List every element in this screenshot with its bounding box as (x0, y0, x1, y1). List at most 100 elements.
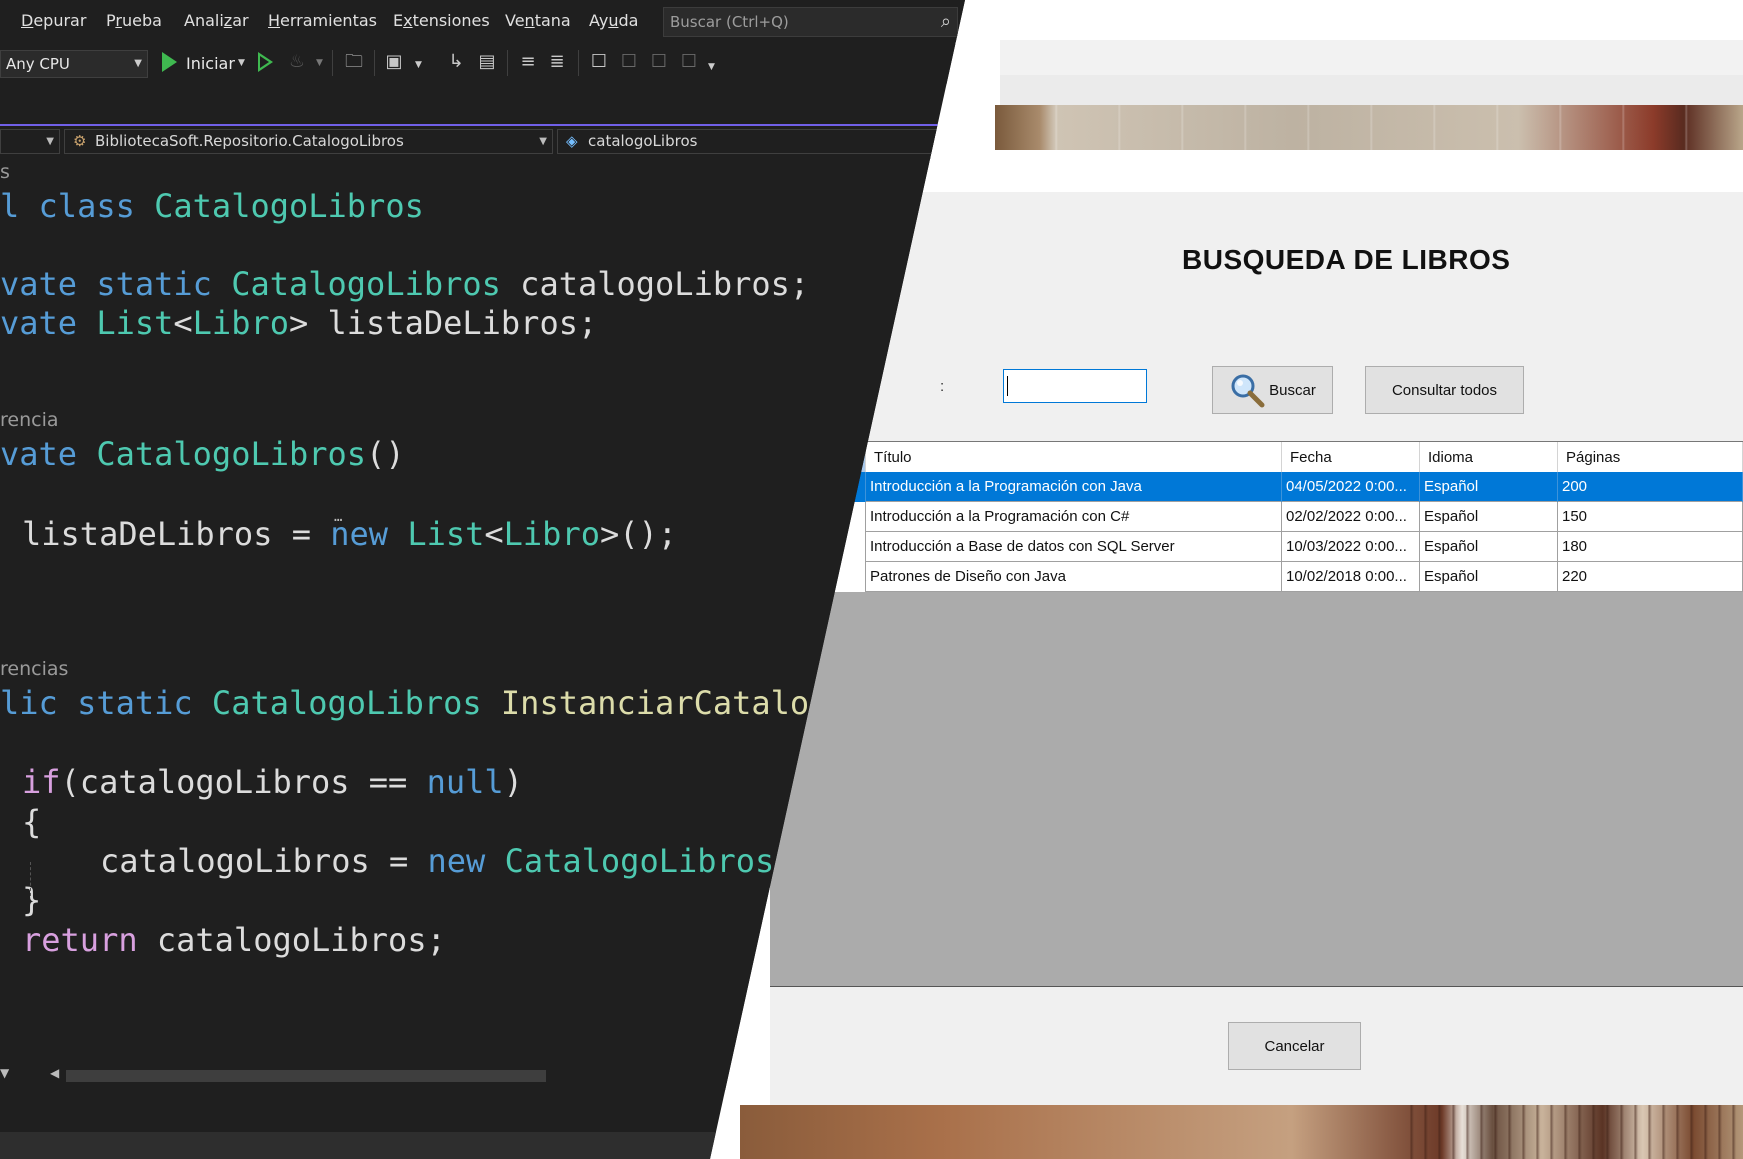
column-header-paginas[interactable]: Páginas (1558, 442, 1743, 472)
cell-paginas[interactable]: 180 (1558, 532, 1743, 562)
column-header-idioma[interactable]: Idioma (1420, 442, 1558, 472)
field-icon: ◈ (566, 132, 578, 150)
bookmark-icon[interactable]: ☐ (588, 50, 610, 74)
class-dropdown[interactable]: ⚙ BibliotecaSoft.Repositorio.CatalogoLib… (64, 129, 553, 154)
codelens-references[interactable]: rencia (0, 409, 59, 431)
layout-icon[interactable]: ▤ (476, 50, 498, 74)
menu-ayuda[interactable]: Ayuda (589, 11, 638, 30)
table-row[interactable]: Introducción a Base de datos con SQL Ser… (770, 532, 1743, 562)
search-placeholder: Buscar (Ctrl+Q) (670, 13, 789, 31)
scroll-left-icon[interactable]: ◀ (50, 1066, 59, 1080)
menu-analizar[interactable]: Analizar (184, 11, 249, 30)
scrollbar-thumb[interactable] (66, 1070, 546, 1082)
code-line: lic static CatalogoLibros InstanciarCata… (0, 684, 810, 722)
chevron-down-icon: ▼ (134, 58, 142, 69)
zoom-dropdown-icon[interactable]: ▼ (0, 1066, 9, 1080)
cell-paginas[interactable]: 200 (1558, 472, 1743, 502)
magnifier-icon (1231, 374, 1265, 408)
menu-ventana[interactable]: Ventana (505, 11, 571, 30)
cell-idioma[interactable]: Español (1420, 502, 1558, 532)
start-button-label[interactable]: Iniciar (186, 54, 235, 73)
consultar-todos-label: Consultar todos (1391, 381, 1498, 399)
cell-paginas[interactable]: 150 (1558, 502, 1743, 532)
class-icon: ⚙ (73, 132, 87, 150)
library-photo-top-texture (995, 105, 1743, 150)
menu-bar: Depurar Prueba Analizar Herramientas Ext… (0, 0, 965, 42)
cell-fecha[interactable]: 02/02/2022 0:00... (1282, 502, 1420, 532)
cell-idioma[interactable]: Español (1420, 532, 1558, 562)
clear-bookmarks-icon[interactable]: ☐ (678, 50, 700, 74)
previous-bookmark-icon[interactable]: ☐ (618, 50, 640, 74)
code-line: return catalogoLibros; (22, 921, 446, 959)
cell-titulo[interactable]: Introducción a Base de datos con SQL Ser… (866, 532, 1282, 562)
search-input[interactable] (1003, 369, 1147, 403)
grid-header: Título Fecha Idioma Páginas (770, 442, 1743, 473)
toolbar-separator (507, 50, 508, 76)
search-icon: ⌕ (940, 11, 951, 32)
cell-idioma[interactable]: Español (1420, 472, 1558, 502)
indent-guide (30, 862, 31, 896)
step-icon[interactable]: ↳ (445, 50, 467, 74)
toolbar-separator (578, 50, 579, 76)
column-header-fecha[interactable]: Fecha (1282, 442, 1420, 472)
start-icon[interactable] (162, 52, 177, 72)
platform-dropdown[interactable]: Any CPU ▼ (0, 50, 148, 78)
cell-paginas[interactable]: 220 (1558, 562, 1743, 592)
chevron-down-icon: ▼ (46, 136, 54, 147)
consultar-todos-button[interactable]: Consultar todos (1365, 366, 1524, 414)
next-bookmark-icon[interactable]: ☐ (648, 50, 670, 74)
member-dropdown[interactable]: ◈ catalogoLibros (557, 129, 965, 154)
cell-fecha[interactable]: 10/03/2022 0:00... (1282, 532, 1420, 562)
comment-lines-icon[interactable]: ≡ (517, 50, 539, 74)
buscar-button[interactable]: Buscar (1212, 366, 1333, 414)
chevron-down-icon[interactable]: ▼ (238, 58, 245, 68)
member-dropdown-label: catalogoLibros (588, 132, 698, 150)
column-header-titulo[interactable]: Título (866, 442, 1282, 472)
menu-prueba[interactable]: Prueba (106, 11, 162, 30)
project-dropdown[interactable]: ▼ (0, 129, 60, 154)
search-box[interactable]: Buscar (Ctrl+Q) ⌕ (663, 7, 958, 37)
browse-folder-icon[interactable]: 🗀 (343, 50, 365, 74)
code-line: vate CatalogoLibros() (0, 435, 405, 473)
chevron-down-icon[interactable]: ▼ (316, 58, 323, 68)
form-title: BUSQUEDA DE LIBROS (1182, 244, 1511, 275)
toolbar-overflow-icon[interactable]: ▼ (708, 62, 715, 72)
code-line: vate List<Libro> listaDeLibros; (0, 304, 598, 342)
uncomment-lines-icon[interactable]: ≣ (546, 50, 568, 74)
cell-fecha[interactable]: 04/05/2022 0:00... (1282, 472, 1420, 502)
menu-herramientas[interactable]: Herramientas (268, 11, 377, 30)
navigation-bar: ▼ ⚙ BibliotecaSoft.Repositorio.CatalogoL… (0, 124, 965, 159)
cancelar-label: Cancelar (1264, 1037, 1325, 1055)
library-photo-bottom-shelves (1400, 1105, 1743, 1159)
code-line: listaDeLibros = new List<Libro>(); (22, 515, 678, 553)
codelens-references[interactable]: rencias (0, 658, 68, 680)
books-grid[interactable]: Título Fecha Idioma Páginas Introducción… (770, 441, 1743, 987)
table-row[interactable]: Introducción a la Programación con C# 02… (770, 502, 1743, 532)
table-row[interactable]: Introducción a la Programación con Java … (770, 472, 1743, 502)
code-line: vate static CatalogoLibros catalogoLibro… (0, 265, 810, 303)
cell-idioma[interactable]: Español (1420, 562, 1558, 592)
platform-label: Any CPU (6, 55, 70, 73)
toolbar-separator (374, 50, 375, 76)
chevron-down-icon: ▼ (539, 136, 547, 147)
class-dropdown-label: BibliotecaSoft.Repositorio.CatalogoLibro… (95, 132, 404, 150)
code-line: } (22, 881, 42, 919)
chevron-down-icon[interactable]: ▼ (415, 60, 422, 70)
buscar-label: Buscar (1269, 381, 1316, 399)
screenshot-icon[interactable]: ▣ (383, 50, 405, 74)
search-label-fragment: : (940, 378, 945, 395)
toolbar-separator (332, 50, 333, 76)
code-line: catalogoLibros = new CatalogoLibros (100, 842, 775, 880)
menu-extensiones[interactable]: Extensiones (393, 11, 490, 30)
menu-depurar[interactable]: Depurar (21, 11, 86, 30)
code-line: if(catalogoLibros == null) (22, 763, 523, 801)
cell-titulo[interactable]: Patrones de Diseño con Java (866, 562, 1282, 592)
cancelar-button[interactable]: Cancelar (1228, 1022, 1361, 1070)
window-top-band-2 (1000, 75, 1743, 107)
code-line: l class CatalogoLibros (0, 187, 424, 225)
cell-titulo[interactable]: Introducción a la Programación con C# (866, 502, 1282, 532)
cell-titulo[interactable]: Introducción a la Programación con Java (866, 472, 1282, 502)
hot-reload-icon[interactable]: ♨ (286, 50, 308, 74)
table-row[interactable]: Patrones de Diseño con Java 10/02/2018 0… (770, 562, 1743, 592)
cell-fecha[interactable]: 10/02/2018 0:00... (1282, 562, 1420, 592)
